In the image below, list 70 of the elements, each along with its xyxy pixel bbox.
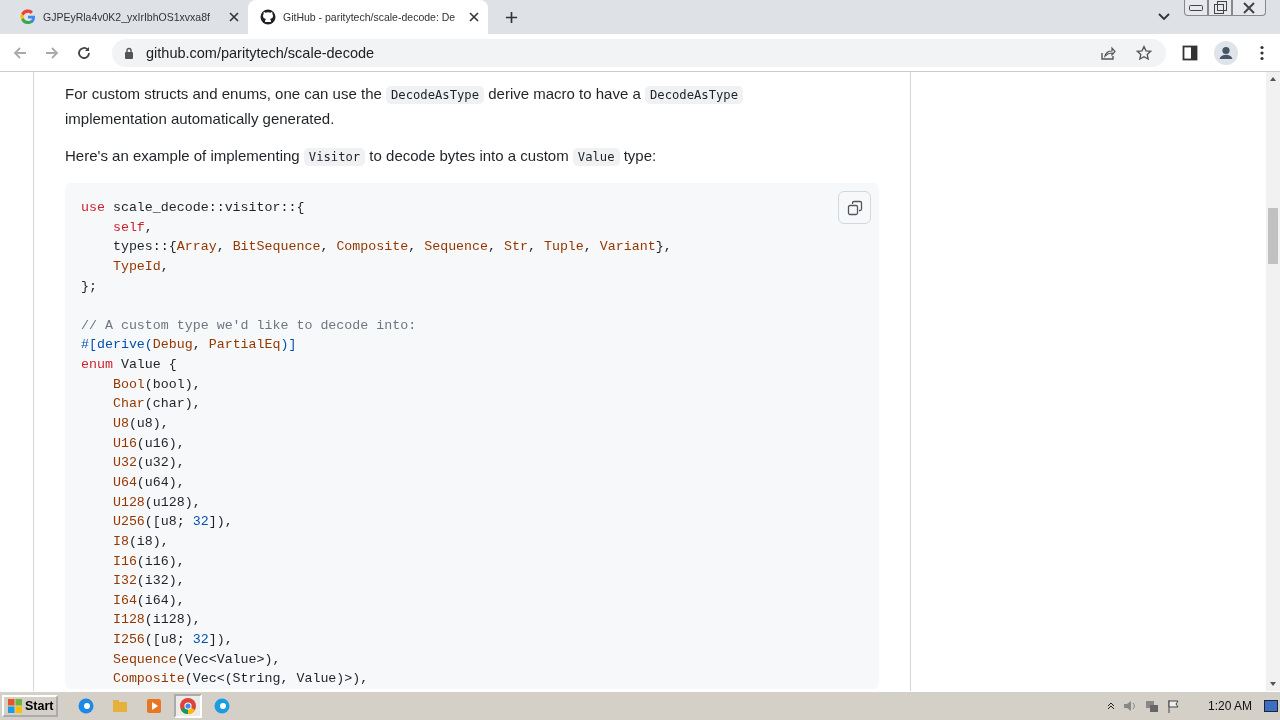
code-line: self, — [111, 218, 153, 237]
code-line: Bool(bool), — [111, 375, 201, 394]
copy-icon — [846, 199, 863, 216]
code-line: use scale_decode::visitor::{ — [81, 199, 305, 217]
menu-icon[interactable] — [1260, 44, 1264, 61]
close-icon — [1243, 1, 1255, 14]
code-line: enum Value { — [81, 356, 177, 375]
scroll-up-icon[interactable] — [1269, 76, 1277, 82]
browser-icon — [179, 697, 198, 715]
flag-icon[interactable] — [1165, 698, 1182, 714]
code-line: TypeId, — [111, 257, 169, 276]
code-line: U32(u32), — [111, 454, 185, 473]
code-line: U8(u8), — [111, 415, 169, 434]
reload-icon[interactable] — [76, 44, 92, 61]
code-line: Sequence(Vec<Value>), — [111, 650, 281, 669]
code-line: types::{Array, BitSequence, Composite, Sequence, Str, Tuple, Variant}, — [111, 238, 672, 257]
minimize-icon — [1189, 4, 1203, 11]
tab-title: GitHub - paritytech/scale-decode: De — [283, 11, 457, 23]
logo-icon — [20, 9, 36, 25]
scrollbar[interactable] — [1266, 72, 1280, 691]
browser-icon — [77, 697, 96, 715]
star-icon[interactable] — [1136, 44, 1152, 61]
clock: 1:20 AM — [1207, 699, 1252, 713]
chevron-icon[interactable] — [1158, 13, 1170, 21]
code-line: I32(i32), — [111, 572, 185, 591]
browser-tab[interactable]: GitHub - paritytech/scale-decode: De — [248, 0, 488, 34]
copy-button[interactable] — [838, 191, 871, 224]
lock-icon — [124, 46, 134, 59]
url-text: github.com/paritytech/scale-decode — [146, 44, 375, 61]
restore-icon — [1213, 1, 1227, 14]
code-line: Char(char), — [111, 395, 201, 414]
paragraph: For custom structs and enums, one can use the DecodeAsType derive macro to have a DecodeAsType implementation automatically generated. — [65, 82, 825, 130]
profile-icon[interactable] — [1214, 40, 1238, 65]
windows-logo-icon — [7, 698, 23, 714]
start-button[interactable]: Start — [2, 695, 59, 717]
share-icon[interactable] — [1100, 44, 1116, 61]
taskbar-app[interactable] — [174, 694, 203, 718]
tab-title: GJPEyRla4v0K2_yxIrIbhOS1xvxa8f — [43, 11, 211, 23]
address-bar[interactable]: github.com/paritytech/scale-decode — [112, 38, 1166, 67]
play-icon — [145, 697, 164, 715]
scrollbar-thumb[interactable] — [1268, 208, 1278, 264]
logo-icon — [260, 9, 276, 25]
browser-tab[interactable]: GJPEyRla4v0K2_yxIrIbhOS1xvxa8f — [8, 0, 248, 34]
code-line: U256([u8; 32]), — [111, 513, 233, 532]
show-desktop-icon[interactable] — [1264, 700, 1278, 712]
network-icon[interactable] — [1143, 698, 1160, 714]
code-line: }; — [81, 277, 97, 296]
code-line: I64(i64), — [111, 591, 185, 610]
folder-icon — [111, 697, 130, 715]
code-line: #[derive(Debug, PartialEq)] — [81, 336, 297, 355]
close-button[interactable] — [1232, 0, 1266, 16]
restore-button[interactable] — [1208, 0, 1232, 16]
code-line: I256([u8; 32]), — [111, 631, 233, 650]
scroll-down-icon[interactable] — [1269, 681, 1277, 687]
code-line: U128(u128), — [111, 493, 201, 512]
side-panel-icon[interactable] — [1182, 44, 1198, 61]
code-line: I8(i8), — [111, 532, 169, 551]
close-icon[interactable] — [469, 12, 479, 22]
code-line: I16(i16), — [111, 552, 185, 571]
code-line: U16(u16), — [111, 434, 185, 453]
code-line: // A custom type we'd like to decode into: — [81, 316, 417, 335]
code-line: U64(u64), — [111, 473, 185, 492]
code-line: Composite(Vec<(String, Value)>), — [111, 670, 369, 689]
paragraph: Here's an example of implementing Visitor to decode bytes into a custom Value type: — [65, 146, 658, 168]
browser-icon — [213, 697, 232, 715]
chevron-up-icon[interactable] — [1105, 701, 1116, 711]
code-line: I128(i128), — [111, 611, 201, 630]
new-tab-icon[interactable] — [505, 11, 518, 24]
close-icon[interactable] — [229, 12, 239, 22]
minimize-button[interactable] — [1184, 0, 1208, 16]
